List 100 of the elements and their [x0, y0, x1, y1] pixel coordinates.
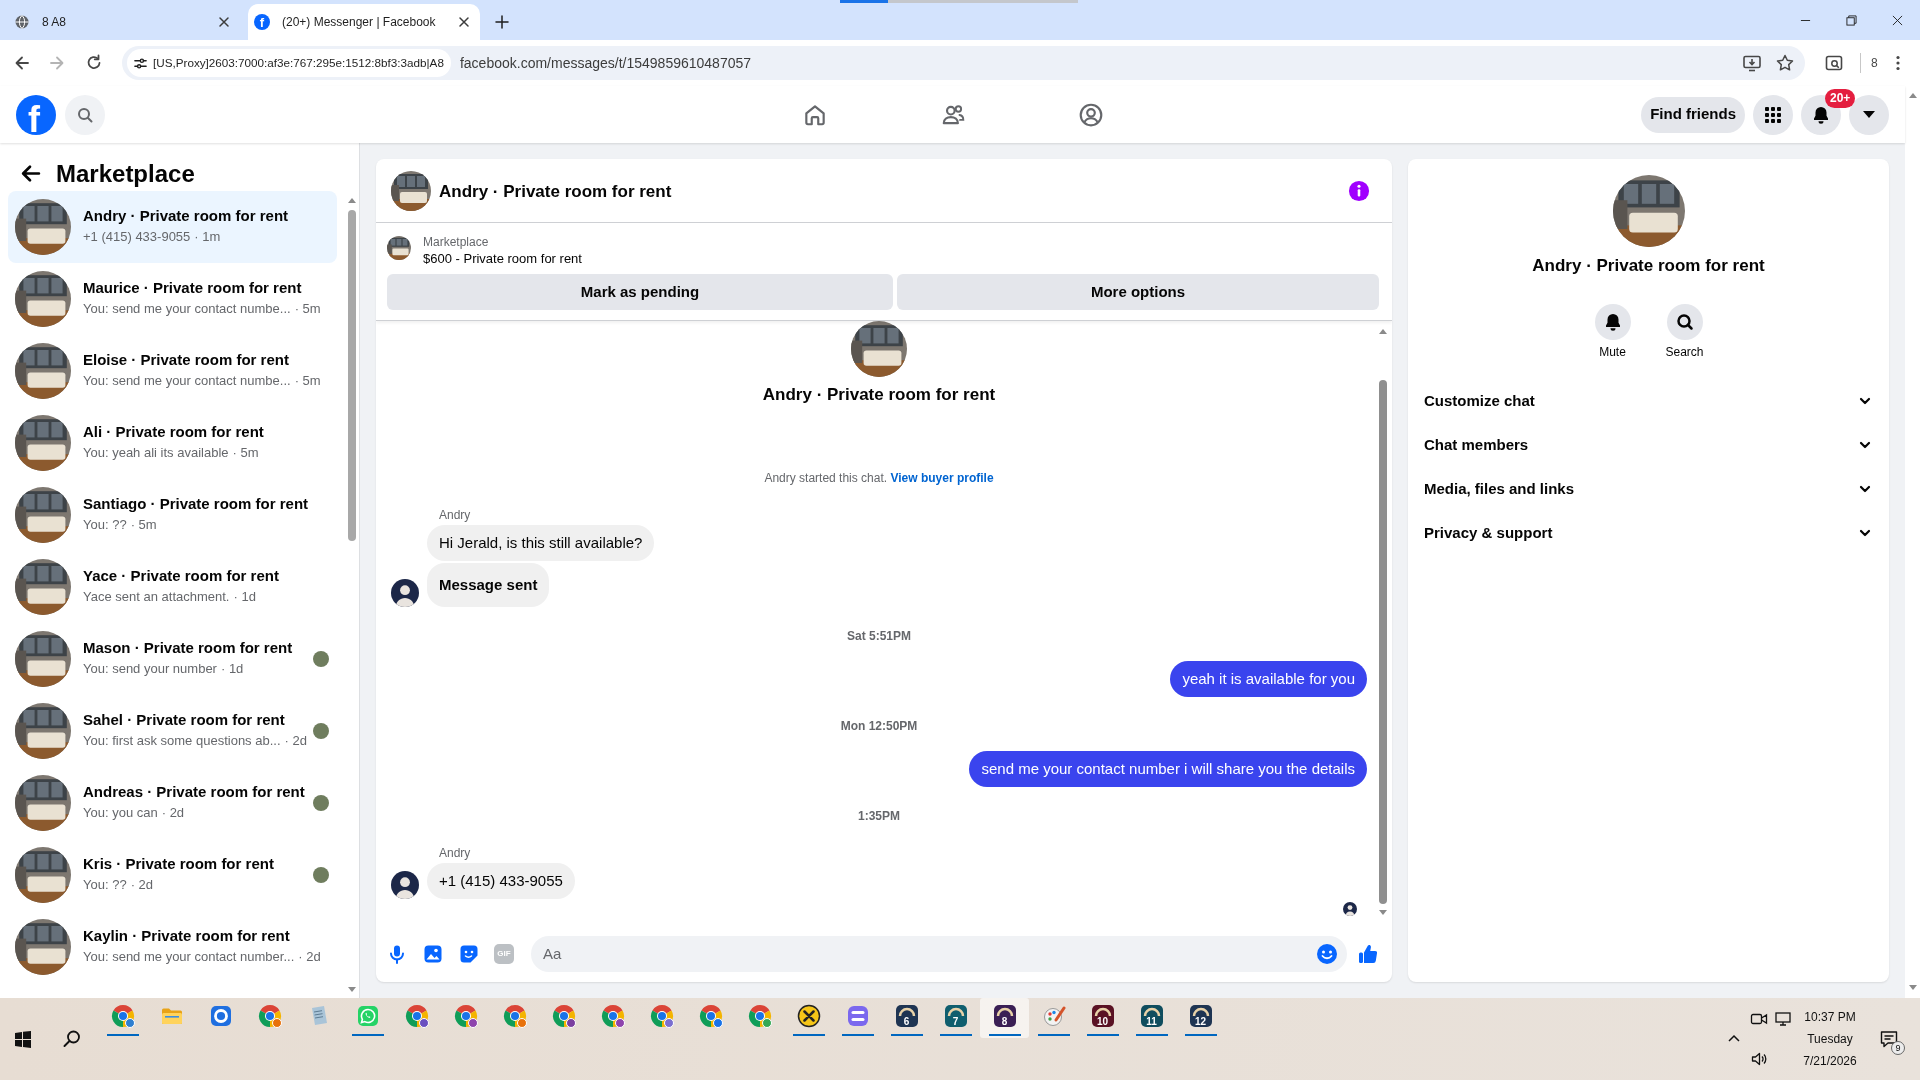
scrollbar-thumb[interactable] — [348, 210, 356, 541]
search-icon[interactable] — [62, 1029, 82, 1049]
grid-icon — [1763, 104, 1783, 125]
sender-name: Andry — [439, 845, 471, 861]
search-button[interactable] — [1666, 304, 1703, 340]
view-buyer-profile-link[interactable]: View buyer profile — [890, 471, 994, 485]
conversation-item[interactable]: Eloise · Private room for rent You: send me your contact numbe... · 5m — [8, 335, 337, 407]
conversation-name: Eloise · Private room for rent — [83, 350, 289, 370]
section-row[interactable]: Media, files and links — [1416, 467, 1881, 511]
conversation-item[interactable]: Kaylin · Private room for rent You: send me your contact number... · 2d — [8, 911, 337, 983]
sender-name: Andry — [439, 507, 471, 523]
section-row[interactable]: Customize chat — [1416, 379, 1881, 423]
message-timestamp: 1:35PM — [858, 808, 900, 824]
close-icon[interactable] — [1891, 14, 1903, 26]
close-icon[interactable] — [216, 14, 232, 30]
emoji-icon[interactable] — [1316, 942, 1338, 965]
mark-pending-button[interactable]: Mark as pending — [387, 274, 893, 310]
taskbar-button[interactable]: 8 — [980, 998, 1029, 1038]
action-label: Search — [1665, 344, 1704, 360]
room-photo — [15, 415, 71, 471]
room-photo — [15, 775, 71, 831]
message-time: · 5m — [232, 445, 259, 461]
clock[interactable]: 10:37 PM Tuesday 7/21/2026 — [1794, 1006, 1866, 1072]
microphone-icon[interactable] — [387, 943, 407, 964]
message-preview: You: first ask some questions ab... — [83, 733, 281, 749]
facebook-logo[interactable]: f — [16, 94, 56, 135]
conversation-item[interactable]: Andreas · Private room for rent You: you can · 2d — [8, 767, 337, 839]
taskbar-button[interactable]: 12 — [1176, 998, 1225, 1038]
search-icon — [1674, 312, 1695, 332]
sticker-icon[interactable] — [459, 943, 479, 964]
taskbar-button[interactable]: 10 — [1078, 998, 1127, 1038]
monitor-icon[interactable] — [1774, 1010, 1792, 1028]
user-circle-icon[interactable] — [1077, 101, 1104, 128]
plus-icon[interactable] — [494, 14, 510, 30]
conversation-name: Andreas · Private room for rent — [83, 782, 305, 802]
scrollbar-thumb[interactable] — [1378, 380, 1387, 904]
find-friends-button[interactable]: Find friends — [1641, 96, 1745, 133]
conversation-name: Andry · Private room for rent — [83, 206, 289, 226]
speaker-icon[interactable] — [1750, 1050, 1768, 1068]
sidebar-title: Marketplace — [56, 159, 195, 188]
message-preview: You: send me your contact numbe... — [83, 301, 291, 317]
outgoing-message: yeah it is available for you — [1170, 661, 1367, 697]
windows-start-icon[interactable] — [14, 1030, 32, 1048]
incoming-message: Hi Jerald, is this still available? — [427, 525, 655, 561]
gauge-tile-icon — [992, 1004, 1017, 1028]
chrome-icon — [747, 1004, 772, 1028]
message-preview: You: send me your contact numbe... — [83, 373, 291, 389]
stripes-app-icon — [845, 1004, 870, 1028]
message-preview: You: ?? — [83, 877, 127, 893]
chrome-icon — [257, 1004, 282, 1028]
chrome-icon — [600, 1004, 625, 1028]
conversation-name: Mason · Private room for rent — [83, 638, 293, 658]
conversation-item[interactable]: Sahel · Private room for rent You: first ask some questions ab... · 2d — [8, 695, 337, 767]
section-row[interactable]: Chat members — [1416, 423, 1881, 467]
info-icon[interactable] — [1348, 179, 1370, 202]
mute-button[interactable] — [1594, 304, 1631, 340]
chrome-icon — [649, 1004, 674, 1028]
chat-start-notice: Andry started this chat. View buyer profile — [764, 470, 994, 486]
browser-tab[interactable]: 8 A8 — [8, 4, 240, 40]
browser-tab[interactable]: f (20+) Messenger | Facebook — [248, 4, 480, 40]
image-icon[interactable] — [423, 943, 443, 964]
address-bar[interactable]: [US,Proxy]2603:7000:af3e:767:295e:1512:8bf3:3adb|A8 facebook.com/messages/t/1549859610487057 — [122, 46, 1805, 80]
section-row[interactable]: Privacy & support — [1416, 511, 1881, 555]
conversation-item[interactable]: Yace · Private room for rent Yace sent an attachment. · 1d — [8, 551, 337, 623]
thumbs-up-icon[interactable] — [1357, 942, 1379, 965]
chrome-icon — [502, 1004, 527, 1028]
star-icon[interactable] — [1775, 53, 1795, 73]
close-icon[interactable] — [456, 14, 472, 30]
room-photo — [15, 919, 71, 975]
account-button[interactable] — [1849, 94, 1889, 135]
site-info-chip[interactable]: [US,Proxy]2603:7000:af3e:767:295e:1512:8bf3:3adb|A8 — [127, 49, 451, 77]
conversation-item[interactable]: Mason · Private room for rent You: send your number · 1d — [8, 623, 337, 695]
restore-icon[interactable] — [1845, 14, 1857, 26]
conversation-item[interactable]: Ali · Private room for rent You: yeah ali its available · 5m — [8, 407, 337, 479]
chrome-icon — [110, 1004, 135, 1028]
back-arrow-icon[interactable] — [20, 163, 41, 184]
conversation-item[interactable]: Maurice · Private room for rent You: send me your contact numbe... · 5m — [8, 263, 337, 335]
conversation-item[interactable]: Kris · Private room for rent You: ?? · 2d — [8, 839, 337, 911]
details-title: Andry · Private room for rent — [1532, 255, 1765, 277]
conversation-item[interactable]: Santiago · Private room for rent You: ?? · 5m — [8, 479, 337, 551]
incoming-message: Message sent — [427, 563, 550, 607]
message-time: · 2d — [284, 733, 307, 749]
menu-button[interactable] — [1753, 94, 1793, 135]
profile-label[interactable]: 8 — [1871, 54, 1878, 72]
listing-title[interactable]: $600 - Private room for rent — [423, 250, 582, 268]
message-preview: You: send me your contact number... — [83, 949, 295, 965]
message-preview: +1 (415) 433-9055 — [83, 229, 191, 245]
conversation-name: Maurice · Private room for rent — [83, 278, 302, 298]
speech-bubble-icon[interactable] — [1879, 1029, 1899, 1049]
conversation-item[interactable]: Andry · Private room for rent +1 (415) 433-9055 · 1m — [8, 191, 337, 263]
chrome-icon — [698, 1004, 723, 1028]
tab-search-icon[interactable] — [1824, 53, 1844, 73]
monitor-download-icon[interactable] — [1742, 53, 1762, 73]
taskbar-button[interactable]: 6 — [882, 998, 931, 1038]
conversation-name: Sahel · Private room for rent — [83, 710, 285, 730]
gauge-tile-icon — [1139, 1004, 1164, 1028]
taskbar-button[interactable]: 11 — [1127, 998, 1176, 1038]
more-options-button[interactable]: More options — [897, 274, 1379, 310]
taskbar-button[interactable]: 7 — [931, 998, 980, 1038]
message-input[interactable]: Aa — [531, 935, 1347, 972]
